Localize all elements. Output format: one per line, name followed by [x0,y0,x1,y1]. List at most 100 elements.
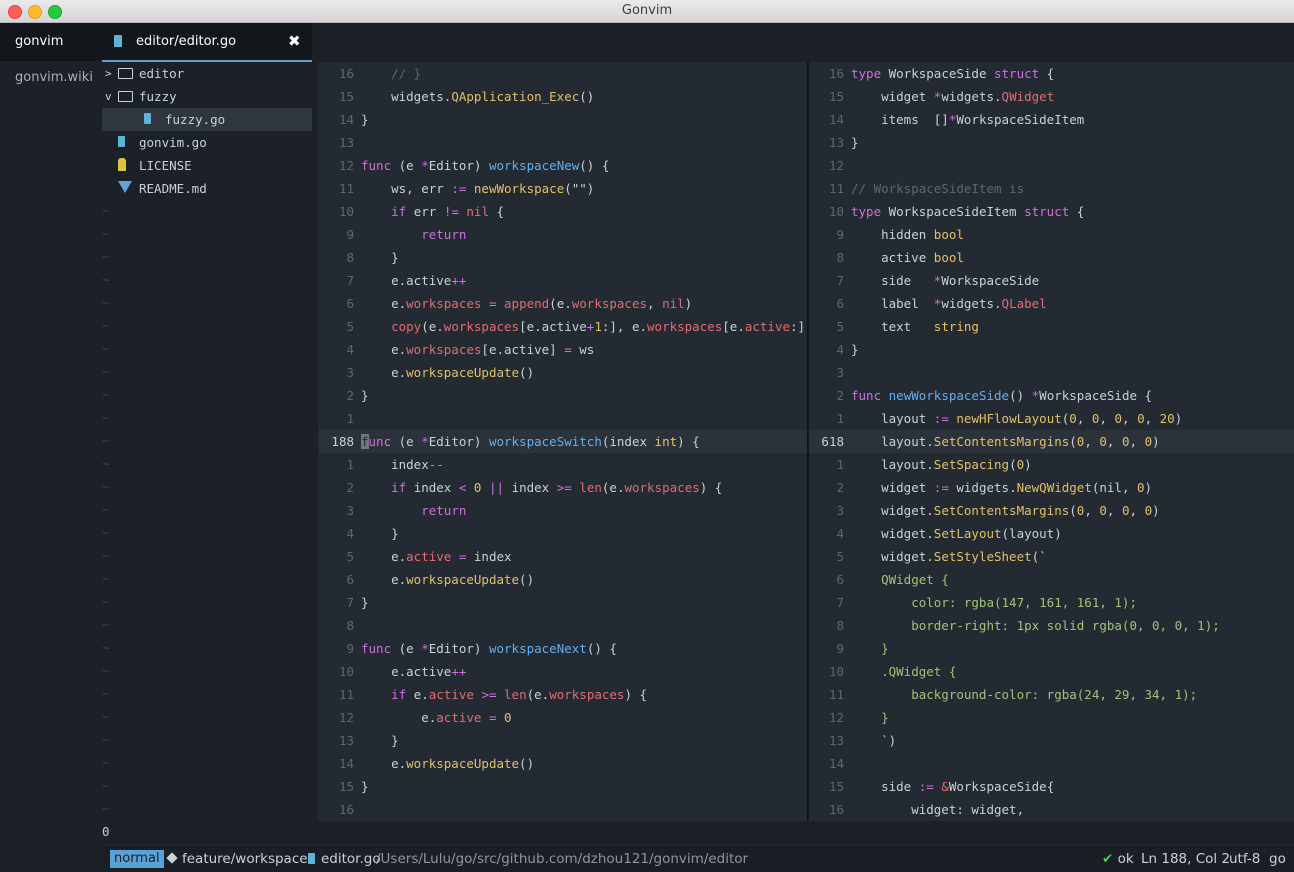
code-line[interactable]: 8 } [319,246,807,269]
code-line[interactable]: 10 e.active++ [319,660,807,683]
code-line[interactable]: 5 copy(e.workspaces[e.active+1:], e.work… [319,315,807,338]
code-line[interactable]: 3 e.workspaceUpdate() [319,361,807,384]
code-line[interactable]: 13 } [319,729,807,752]
code-token: side [851,779,919,794]
code-line[interactable]: 10 type WorkspaceSideItem struct { [809,200,1294,223]
code-line[interactable]: 4 } [319,522,807,545]
code-line[interactable]: 7 side *WorkspaceSide [809,269,1294,292]
code-line[interactable]: 10 .QWidget { [809,660,1294,683]
code-line[interactable]: 14} [319,108,807,131]
code-line[interactable]: 16 widget: widget, [809,798,1294,821]
code-line[interactable]: 9 hidden bool [809,223,1294,246]
tree-item[interactable]: LICENSE [102,154,312,177]
command-line[interactable]: 0 [102,821,1294,845]
code-line[interactable]: 6 e.workspaces = append(e.workspaces, ni… [319,292,807,315]
chevron-right-icon[interactable]: > [105,62,112,85]
workspace-item-gonvim[interactable]: gonvim [0,23,102,61]
code-line[interactable]: 4 e.workspaces[e.active] = ws [319,338,807,361]
code-token: 0 [1137,411,1145,426]
code-line[interactable]: 7 e.active++ [319,269,807,292]
code-text: ws, err := newWorkspace("") [361,177,594,200]
code-line[interactable]: 3 widget.SetContentsMargins(0, 0, 0, 0) [809,499,1294,522]
go-file-icon [144,113,151,124]
code-line[interactable]: 14 items []*WorkspaceSideItem [809,108,1294,131]
code-line[interactable]: 10 if err != nil { [319,200,807,223]
code-line[interactable]: 8 border-right: 1px solid rgba(0, 0, 0, … [809,614,1294,637]
code-line[interactable]: 16 type WorkspaceSide struct { [809,62,1294,85]
tab-editor-go[interactable]: editor/editor.go ✖ [102,23,312,62]
code-line[interactable]: 11 background-color: rgba(24, 29, 34, 1)… [809,683,1294,706]
code-line[interactable]: 1 index-- [319,453,807,476]
code-line[interactable]: 15} [319,775,807,798]
code-token: (e [391,158,422,173]
code-line[interactable]: 1 [319,407,807,430]
chevron-down-icon[interactable]: v [105,85,112,108]
code-line[interactable]: 12 e.active = 0 [319,706,807,729]
code-line[interactable]: 16 // } [319,62,807,85]
code-line[interactable]: 8 active bool [809,246,1294,269]
code-token: workspaceUpdate [406,756,520,771]
code-token: workspaces [624,480,700,495]
line-number: 11 [828,181,844,196]
code-token: 0 [1099,503,1107,518]
code-line[interactable]: 13} [809,131,1294,154]
code-line[interactable]: 13 `) [809,729,1294,752]
code-line[interactable]: 2 widget := widgets.NewQWidget(nil, 0) [809,476,1294,499]
code-line[interactable]: 15 widgets.QApplication_Exec() [319,85,807,108]
code-line[interactable]: 5 widget.SetStyleSheet(` [809,545,1294,568]
code-line[interactable]: 12 [809,154,1294,177]
code-line[interactable]: 1 layout := newHFlowLayout(0, 0, 0, 0, 2… [809,407,1294,430]
code-line[interactable]: 11 if e.active >= len(e.workspaces) { [319,683,807,706]
tree-item[interactable]: gonvim.go [102,131,312,154]
code-line[interactable]: 7} [319,591,807,614]
line-number: 8 [836,618,844,633]
workspace-item-gonvim-wiki[interactable]: gonvim.wiki [0,67,102,89]
line-number: 14 [338,112,354,127]
empty-line-marker: ~ [102,388,110,402]
code-text: e.workspaceUpdate() [361,361,534,384]
code-line[interactable]: 5 text string [809,315,1294,338]
code-line[interactable]: 12 func (e *Editor) workspaceNew() { [319,154,807,177]
code-line[interactable]: 188 func (e *Editor) workspaceSwitch(inde… [319,430,807,453]
code-line[interactable]: 3 [809,361,1294,384]
code-line[interactable]: 1 layout.SetSpacing(0) [809,453,1294,476]
go-file-icon [118,136,125,147]
code-token: Editor) [428,158,489,173]
code-line[interactable]: 11 ws, err := newWorkspace("") [319,177,807,200]
code-line[interactable]: 9 func (e *Editor) workspaceNext() { [319,637,807,660]
code-line[interactable]: 6 e.workspaceUpdate() [319,568,807,591]
code-line[interactable]: 15 side := &WorkspaceSide{ [809,775,1294,798]
tree-item[interactable]: v fuzzy [102,85,312,108]
code-line[interactable]: 2 func newWorkspaceSide() *WorkspaceSide … [809,384,1294,407]
code-line[interactable]: 3 return [319,499,807,522]
code-line[interactable]: 7 color: rgba(147, 161, 161, 1); [809,591,1294,614]
code-text: hidden bool [851,223,964,246]
code-line[interactable]: 14 [809,752,1294,775]
code-line[interactable]: 5 e.active = index [319,545,807,568]
code-line[interactable]: 9 return [319,223,807,246]
code-line[interactable]: 6 QWidget { [809,568,1294,591]
code-line[interactable]: 2 if index < 0 || index >= len(e.workspa… [319,476,807,499]
code-line[interactable]: 2} [319,384,807,407]
code-line[interactable]: 4 widget.SetLayout(layout) [809,522,1294,545]
code-line[interactable]: 12 } [809,706,1294,729]
tree-item[interactable]: fuzzy.go [102,108,312,131]
editor-pane-right[interactable]: 16 type WorkspaceSide struct {15 widget *… [809,62,1294,821]
tree-item[interactable]: > editor [102,62,312,85]
code-line[interactable]: 9 } [809,637,1294,660]
editor-pane-left[interactable]: 16 // } 15 widgets.QApplication_Exec() 14}… [319,62,807,821]
tree-item[interactable]: README.md [102,177,312,200]
code-token: } [361,112,369,127]
code-line[interactable]: 16 [319,798,807,821]
code-line[interactable]: 618 layout.SetContentsMargins(0, 0, 0, 0… [809,430,1294,453]
code-line[interactable]: 4} [809,338,1294,361]
code-line[interactable]: 11 // WorkspaceSideItem is [809,177,1294,200]
code-line[interactable]: 14 e.workspaceUpdate() [319,752,807,775]
code-line[interactable]: 6 label *widgets.QLabel [809,292,1294,315]
code-line[interactable]: 13 [319,131,807,154]
code-text: // WorkspaceSideItem is [851,177,1024,200]
tab-close-icon[interactable]: ✖ [288,32,301,50]
code-line[interactable]: 15 widget *widgets.QWidget [809,85,1294,108]
code-line[interactable]: 8 [319,614,807,637]
